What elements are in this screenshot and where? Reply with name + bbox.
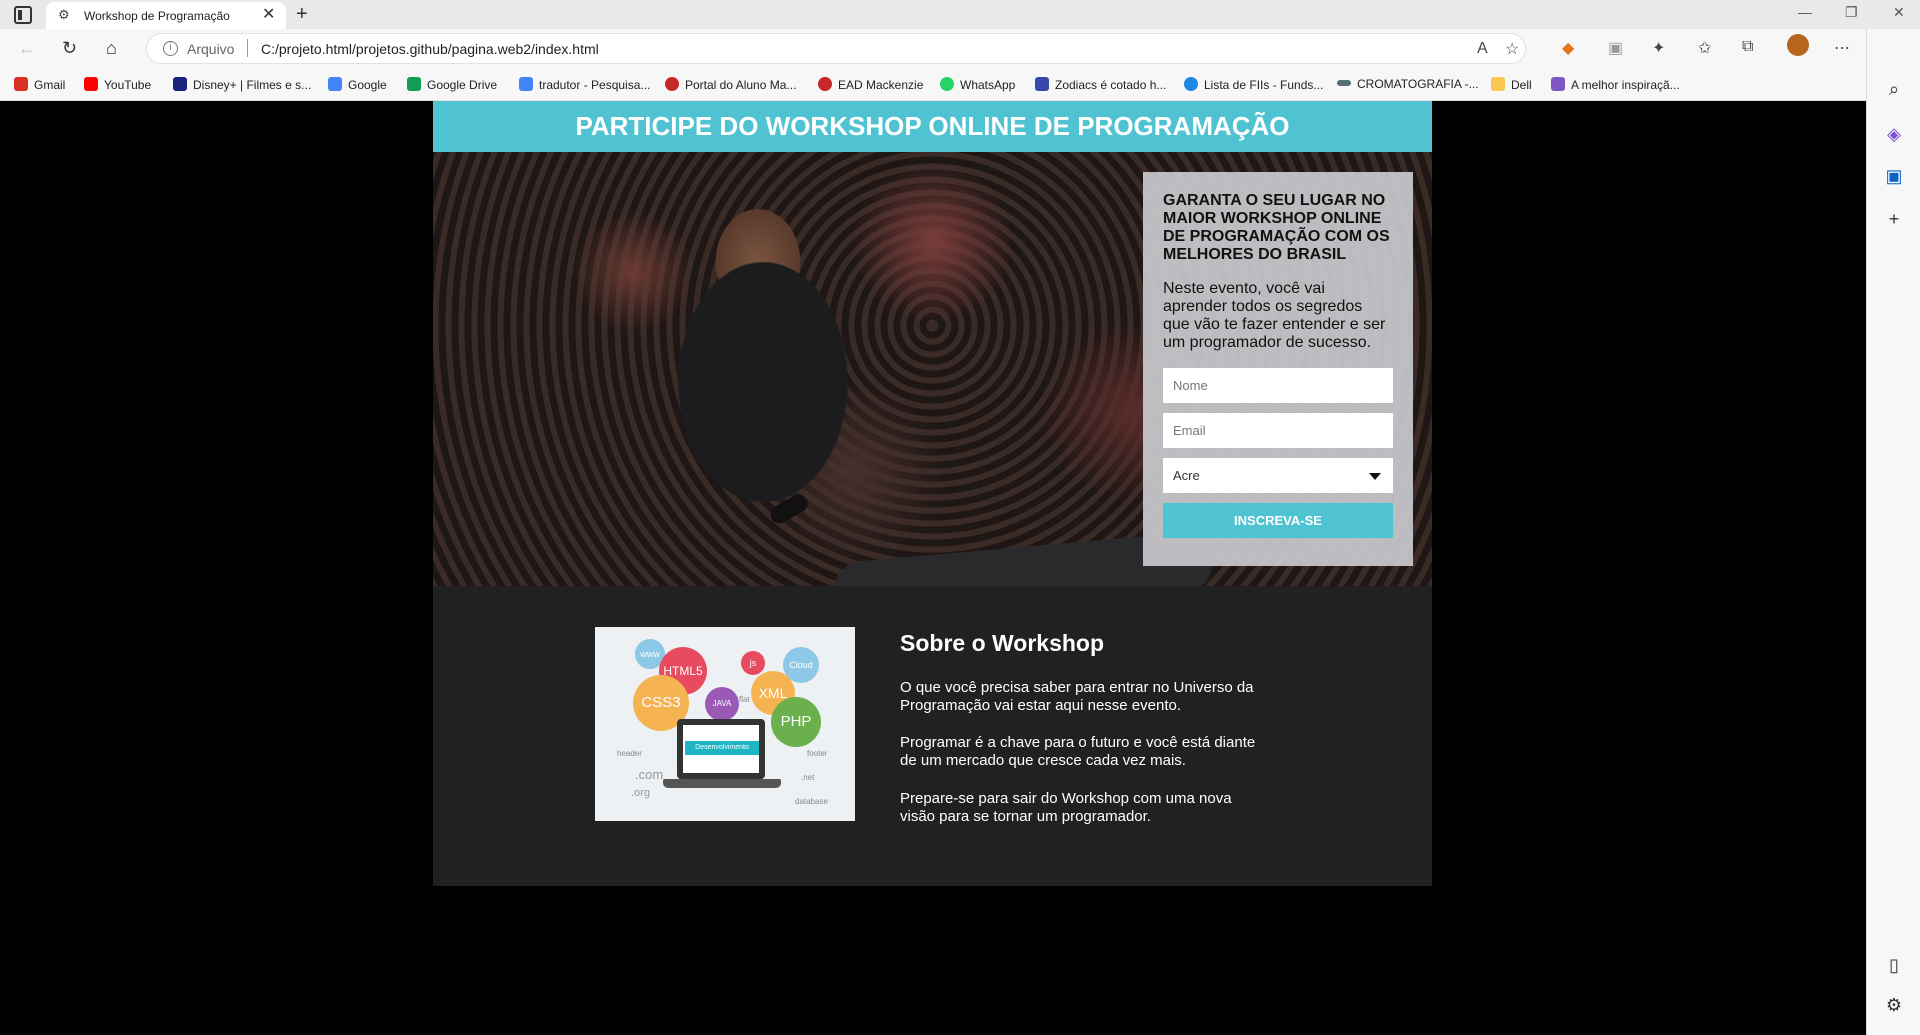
bookmark-favicon-icon bbox=[1337, 80, 1351, 86]
bookmark-item[interactable]: tradutor - Pesquisa... bbox=[519, 77, 650, 92]
dropdown-caret-icon bbox=[1369, 473, 1381, 480]
about-section: www HTML5 js Cloud CSS3 JAVA XML PHP fla… bbox=[433, 586, 1432, 886]
about-paragraph: Prepare-se para sair do Workshop com uma… bbox=[900, 790, 1232, 825]
page-favicon-icon: ⚙ bbox=[58, 7, 70, 22]
bookmark-favicon-icon bbox=[14, 77, 28, 91]
bookmark-item[interactable]: Lista de FIIs - Funds... bbox=[1184, 77, 1323, 92]
bookmark-favicon-icon bbox=[519, 77, 533, 91]
address-scheme: Arquivo bbox=[187, 41, 235, 57]
name-input[interactable]: Nome bbox=[1163, 368, 1393, 403]
restore-icon[interactable]: ❐ bbox=[1845, 4, 1858, 21]
bookmark-item[interactable]: Portal do Aluno Ma... bbox=[665, 77, 796, 92]
hero-section: GARANTA O SEU LUGAR NO MAIOR WORKSHOP ON… bbox=[433, 152, 1432, 586]
address-bar-row: ← ↻ ⌂ i Arquivo C:/projeto.html/projetos… bbox=[0, 29, 1920, 69]
laptop-base-icon bbox=[663, 779, 781, 788]
bubble-php: PHP bbox=[771, 697, 821, 747]
outlook-icon[interactable]: ▣ bbox=[1883, 166, 1905, 187]
read-aloud-icon[interactable]: A bbox=[1477, 40, 1488, 58]
extension-icon[interactable]: ▣ bbox=[1608, 38, 1623, 58]
bookmark-favicon-icon bbox=[665, 77, 679, 91]
about-title: Sobre o Workshop bbox=[900, 630, 1105, 656]
bookmark-favicon-icon bbox=[1184, 77, 1198, 91]
browser-sidebar: ⌕ ◈ ▣ + ▯ ⚙ bbox=[1866, 29, 1920, 1035]
refresh-icon[interactable]: ↻ bbox=[62, 37, 77, 59]
address-field[interactable]: i Arquivo C:/projeto.html/projetos.githu… bbox=[146, 33, 1526, 64]
sidebar-toggle-icon[interactable]: ▯ bbox=[1883, 955, 1905, 976]
bookmark-favicon-icon bbox=[1035, 77, 1049, 91]
bookmark-item[interactable]: EAD Mackenzie bbox=[818, 77, 923, 92]
tab-title: Workshop de Programação bbox=[84, 9, 230, 23]
shopping-icon[interactable]: ◈ bbox=[1883, 124, 1905, 145]
state-select-value: Acre bbox=[1173, 468, 1200, 483]
extensions-icon[interactable]: ✦ bbox=[1652, 38, 1665, 58]
bookmark-item[interactable]: YouTube bbox=[84, 77, 151, 92]
about-paragraph: O que você precisa saber para entrar no … bbox=[900, 679, 1254, 714]
browser-chrome: ⚙ Workshop de Programação ✕ + — ❐ ✕ ← ↻ … bbox=[0, 0, 1920, 101]
form-heading: GARANTA O SEU LUGAR NO MAIOR WORKSHOP ON… bbox=[1163, 192, 1390, 263]
page-viewport: PARTICIPE DO WORKSHOP ONLINE DE PROGRAMA… bbox=[0, 101, 1866, 1035]
bookmark-item[interactable]: CROMATOGRAFIA -... bbox=[1337, 77, 1479, 91]
bookmark-favicon-icon bbox=[407, 77, 421, 91]
page-banner: PARTICIPE DO WORKSHOP ONLINE DE PROGRAMA… bbox=[433, 101, 1432, 152]
illustration-word: .net bbox=[801, 773, 815, 782]
laptop-icon: Desenvolvimento bbox=[677, 719, 765, 779]
bubble-java: JAVA bbox=[705, 687, 739, 721]
minimize-icon[interactable]: — bbox=[1798, 4, 1812, 20]
landing-page: PARTICIPE DO WORKSHOP ONLINE DE PROGRAMA… bbox=[433, 101, 1432, 886]
microphone-icon bbox=[767, 491, 811, 527]
add-app-icon[interactable]: + bbox=[1883, 209, 1905, 230]
more-menu-icon[interactable]: ⋯ bbox=[1834, 38, 1850, 58]
bookmark-favicon-icon bbox=[818, 77, 832, 91]
illustration-word: flat bbox=[739, 695, 750, 704]
collections-icon[interactable]: ⧉ bbox=[1742, 38, 1753, 56]
bubble-js: js bbox=[741, 651, 765, 675]
site-info-icon[interactable]: i bbox=[163, 41, 178, 56]
illustration-word: .com bbox=[635, 767, 664, 782]
tab-close-icon[interactable]: ✕ bbox=[262, 6, 275, 24]
bookmark-item[interactable]: Google bbox=[328, 77, 387, 92]
illustration-word: .org bbox=[631, 787, 650, 799]
signup-form: GARANTA O SEU LUGAR NO MAIOR WORKSHOP ON… bbox=[1143, 172, 1413, 566]
bookmarks-bar: Gmail YouTube Disney+ | Filmes e s... Go… bbox=[0, 69, 1870, 101]
state-select[interactable]: Acre bbox=[1163, 458, 1393, 493]
favorites-icon[interactable]: ✩ bbox=[1698, 38, 1711, 58]
bookmark-favicon-icon bbox=[940, 77, 954, 91]
bookmark-favicon-icon bbox=[173, 77, 187, 91]
tab-active[interactable]: ⚙ Workshop de Programação ✕ bbox=[46, 2, 286, 29]
illustration-word: footer bbox=[807, 749, 828, 758]
profile-avatar[interactable] bbox=[1787, 34, 1809, 56]
about-paragraph: Programar é a chave para o futuro e você… bbox=[900, 734, 1256, 769]
bookmark-item[interactable]: Zodiacs é cotado h... bbox=[1035, 77, 1166, 92]
bookmark-item[interactable]: Disney+ | Filmes e s... bbox=[173, 77, 311, 92]
metamask-extension-icon[interactable]: ◆ bbox=[1562, 38, 1574, 58]
back-icon[interactable]: ← bbox=[18, 37, 36, 59]
illustration-word: database bbox=[795, 797, 828, 806]
illustration-word: header bbox=[617, 749, 642, 758]
form-description: Neste evento, você vai aprender todos os… bbox=[1163, 280, 1386, 351]
settings-gear-icon[interactable]: ⚙ bbox=[1883, 995, 1905, 1016]
bookmark-favicon-icon bbox=[84, 77, 98, 91]
subscribe-button[interactable]: INSCREVA-SE bbox=[1163, 503, 1393, 538]
search-icon[interactable]: ⌕ bbox=[1883, 79, 1905, 100]
email-input[interactable]: Email bbox=[1163, 413, 1393, 448]
bookmark-favicon-icon bbox=[328, 77, 342, 91]
address-url[interactable]: C:/projeto.html/projetos.github/pagina.w… bbox=[261, 41, 599, 57]
bookmark-folder[interactable]: Dell bbox=[1491, 77, 1532, 92]
window-close-icon[interactable]: ✕ bbox=[1893, 4, 1905, 21]
tab-actions-icon[interactable] bbox=[14, 6, 32, 24]
favorite-icon[interactable]: ☆ bbox=[1505, 39, 1519, 59]
programming-illustration: www HTML5 js Cloud CSS3 JAVA XML PHP fla… bbox=[595, 627, 855, 821]
new-tab-icon[interactable]: + bbox=[296, 3, 308, 25]
laptop-screen-label: Desenvolvimento bbox=[685, 741, 759, 755]
folder-icon bbox=[1491, 77, 1505, 91]
bookmark-item[interactable]: Google Drive bbox=[407, 77, 497, 92]
home-icon[interactable]: ⌂ bbox=[106, 37, 117, 59]
bookmark-item[interactable]: WhatsApp bbox=[940, 77, 1015, 92]
bookmark-favicon-icon bbox=[1551, 77, 1565, 91]
tab-strip: ⚙ Workshop de Programação ✕ + — ❐ ✕ bbox=[0, 0, 1920, 29]
bookmark-item[interactable]: A melhor inspiraçã... bbox=[1551, 77, 1680, 92]
bookmark-item[interactable]: Gmail bbox=[14, 77, 65, 92]
address-divider bbox=[247, 39, 248, 57]
